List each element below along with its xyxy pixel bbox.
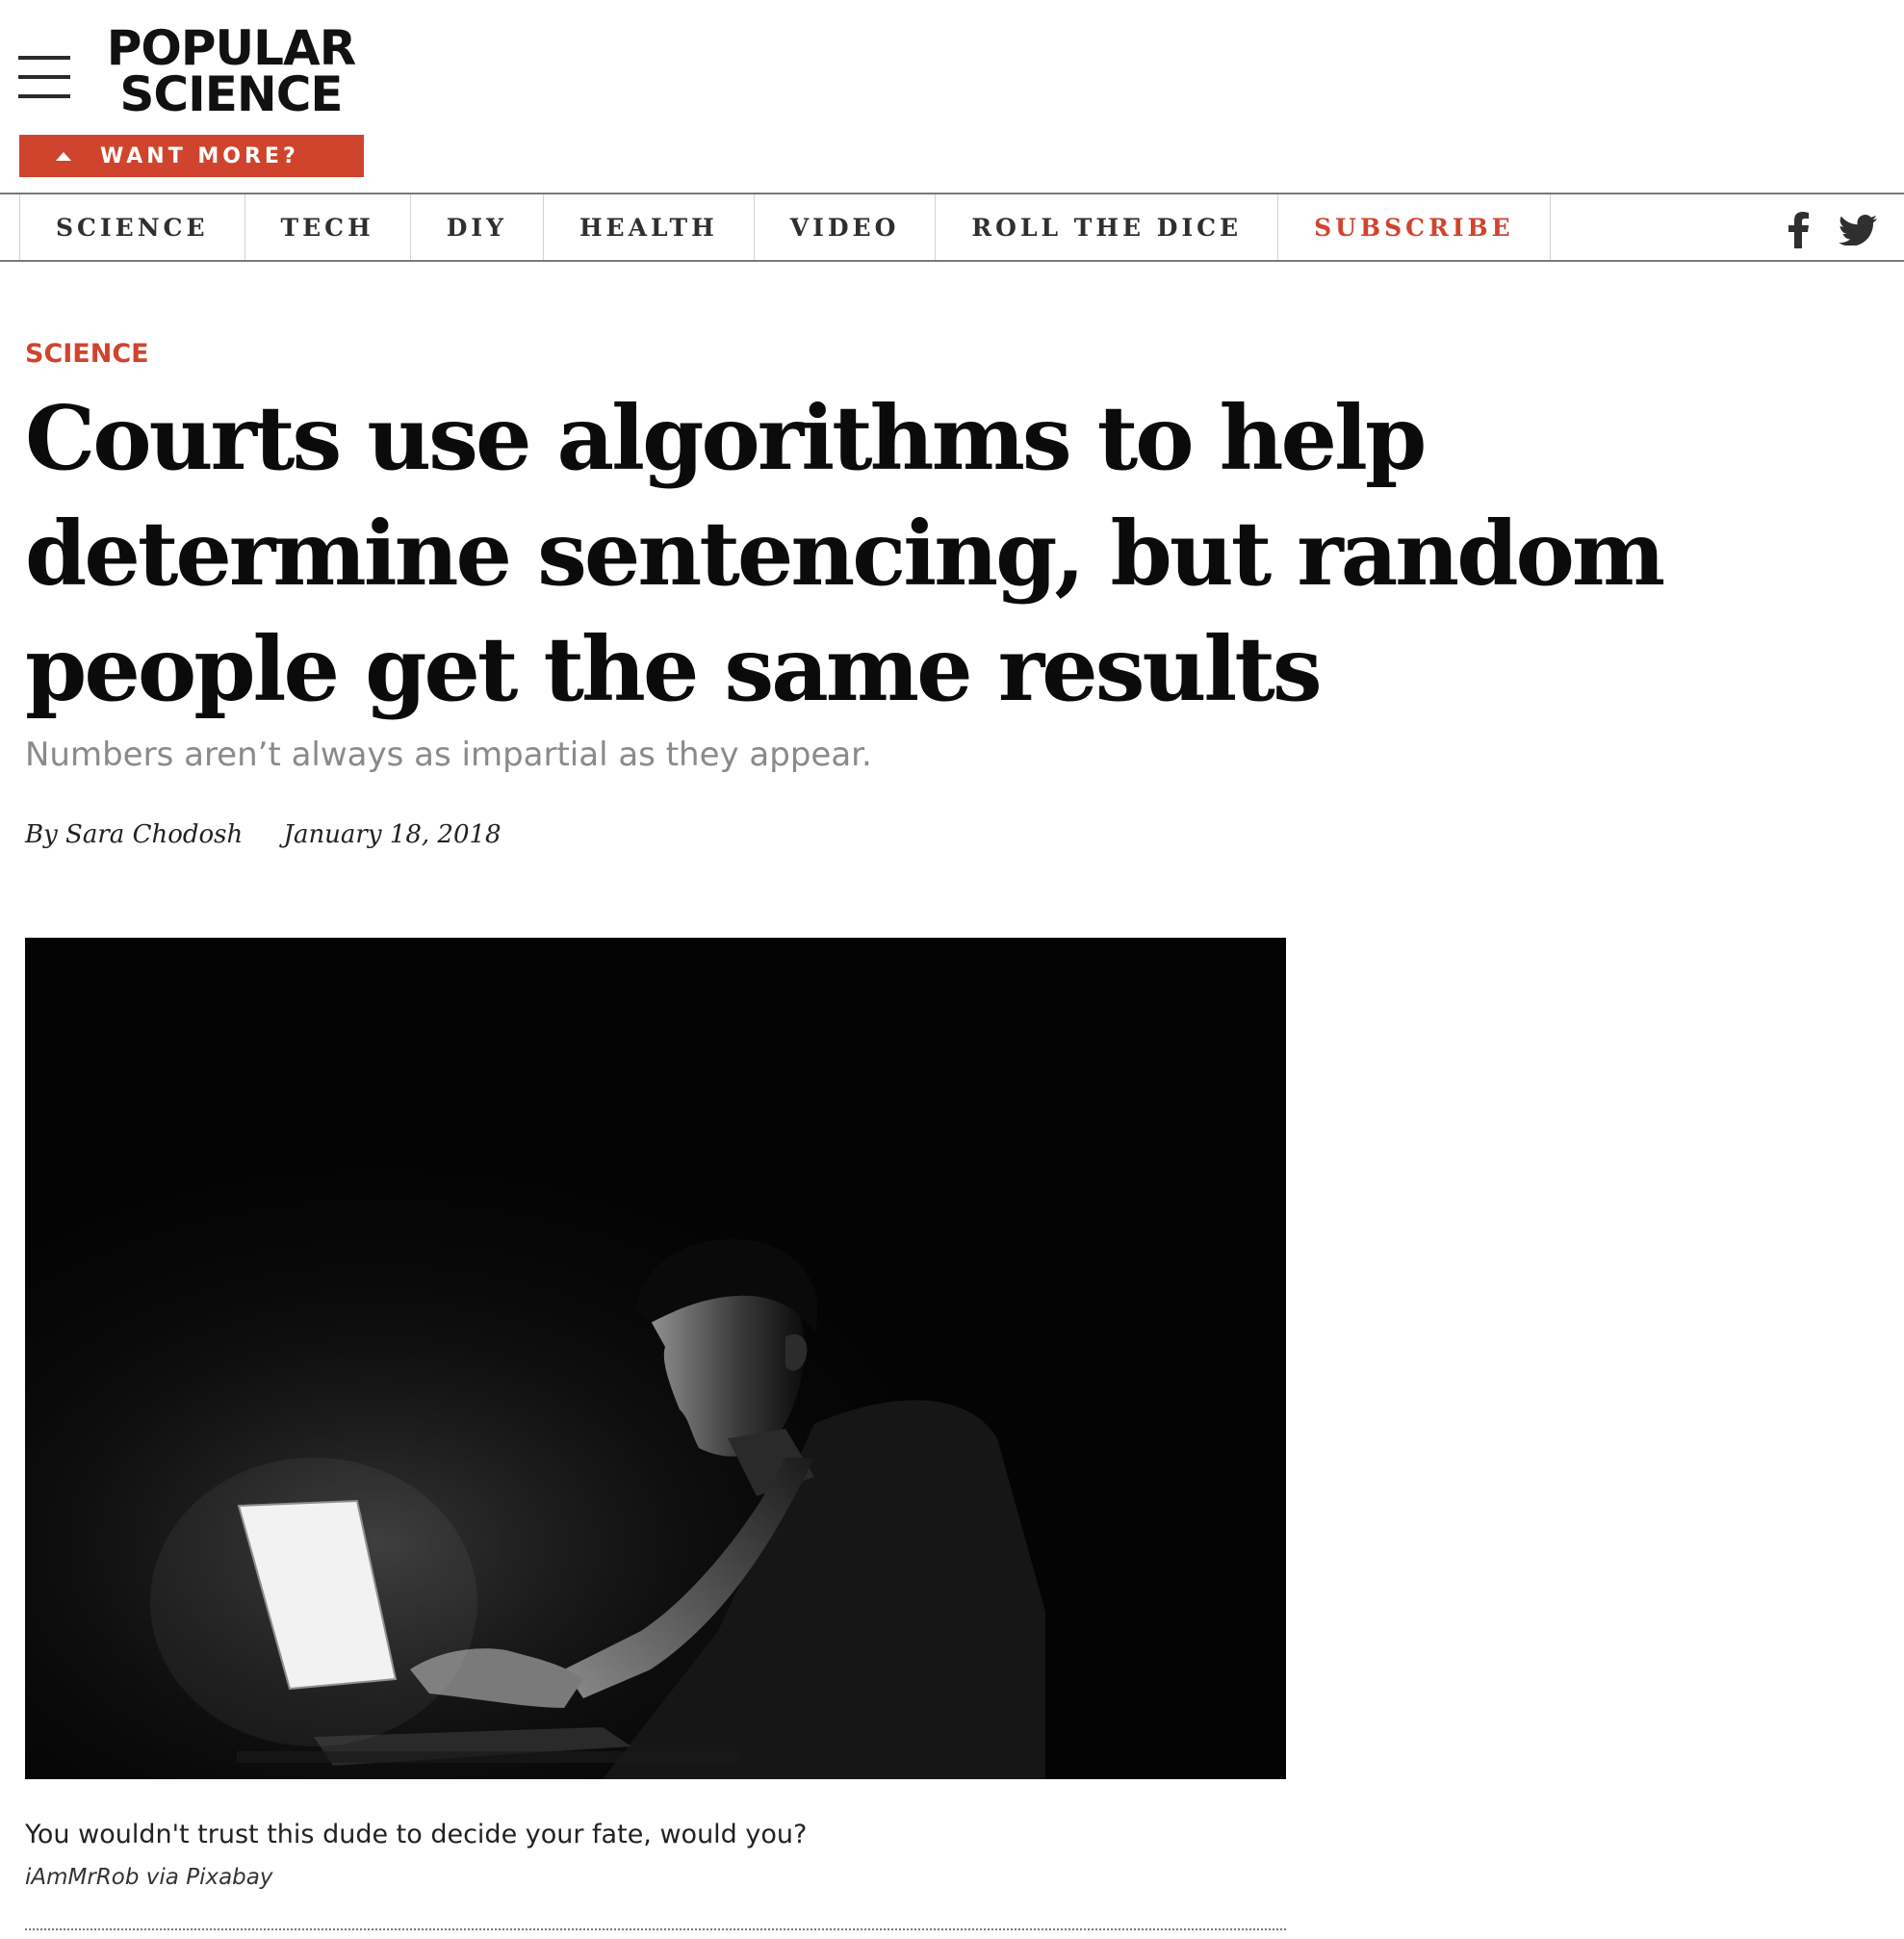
article-dek: Numbers aren’t always as impartial as th… [25,736,872,774]
want-more-button[interactable]: WANT MORE? [19,135,364,177]
want-more-label: WANT MORE? [100,143,299,168]
nav-item-diy[interactable]: DIY [409,194,543,260]
image-caption: You wouldn't trust this dude to decide y… [25,1820,808,1849]
social-links [1788,212,1877,253]
byline-author[interactable]: By Sara Chodosh [25,820,243,849]
logo-line-2: SCIENCE [119,66,343,122]
nav-item-science[interactable]: SCIENCE [19,194,244,260]
site-logo[interactable]: POPULAR SCIENCE [96,20,366,122]
article-category[interactable]: SCIENCE [25,339,149,369]
twitter-icon[interactable] [1839,215,1877,250]
facebook-icon[interactable] [1788,212,1810,253]
divider [25,1928,1286,1930]
hero-photo-illustration [25,938,1286,1779]
nav-item-roll-the-dice[interactable]: ROLL THE DICE [935,194,1277,260]
nav-item-tech[interactable]: TECH [244,194,410,260]
nav-item-subscribe[interactable]: SUBSCRIBE [1277,194,1551,260]
article-headline: Courts use algorithms to help determine … [25,386,1665,721]
logo-line-1: POPULAR [106,20,356,76]
hero-image [25,938,1286,1779]
nav-item-video[interactable]: VIDEO [753,194,936,260]
main-nav: SCIENCE TECH DIY HEALTH VIDEO ROLL THE D… [0,193,1904,262]
byline: By Sara Chodosh January 18, 2018 [25,820,502,849]
site-header: POPULAR SCIENCE WANT MORE? [0,0,1904,193]
nav-item-health[interactable]: HEALTH [542,194,754,260]
caret-up-icon [56,151,71,161]
menu-icon[interactable] [18,56,70,98]
byline-date: January 18, 2018 [283,820,502,849]
image-credit: iAmMrRob via Pixabay [25,1865,273,1890]
